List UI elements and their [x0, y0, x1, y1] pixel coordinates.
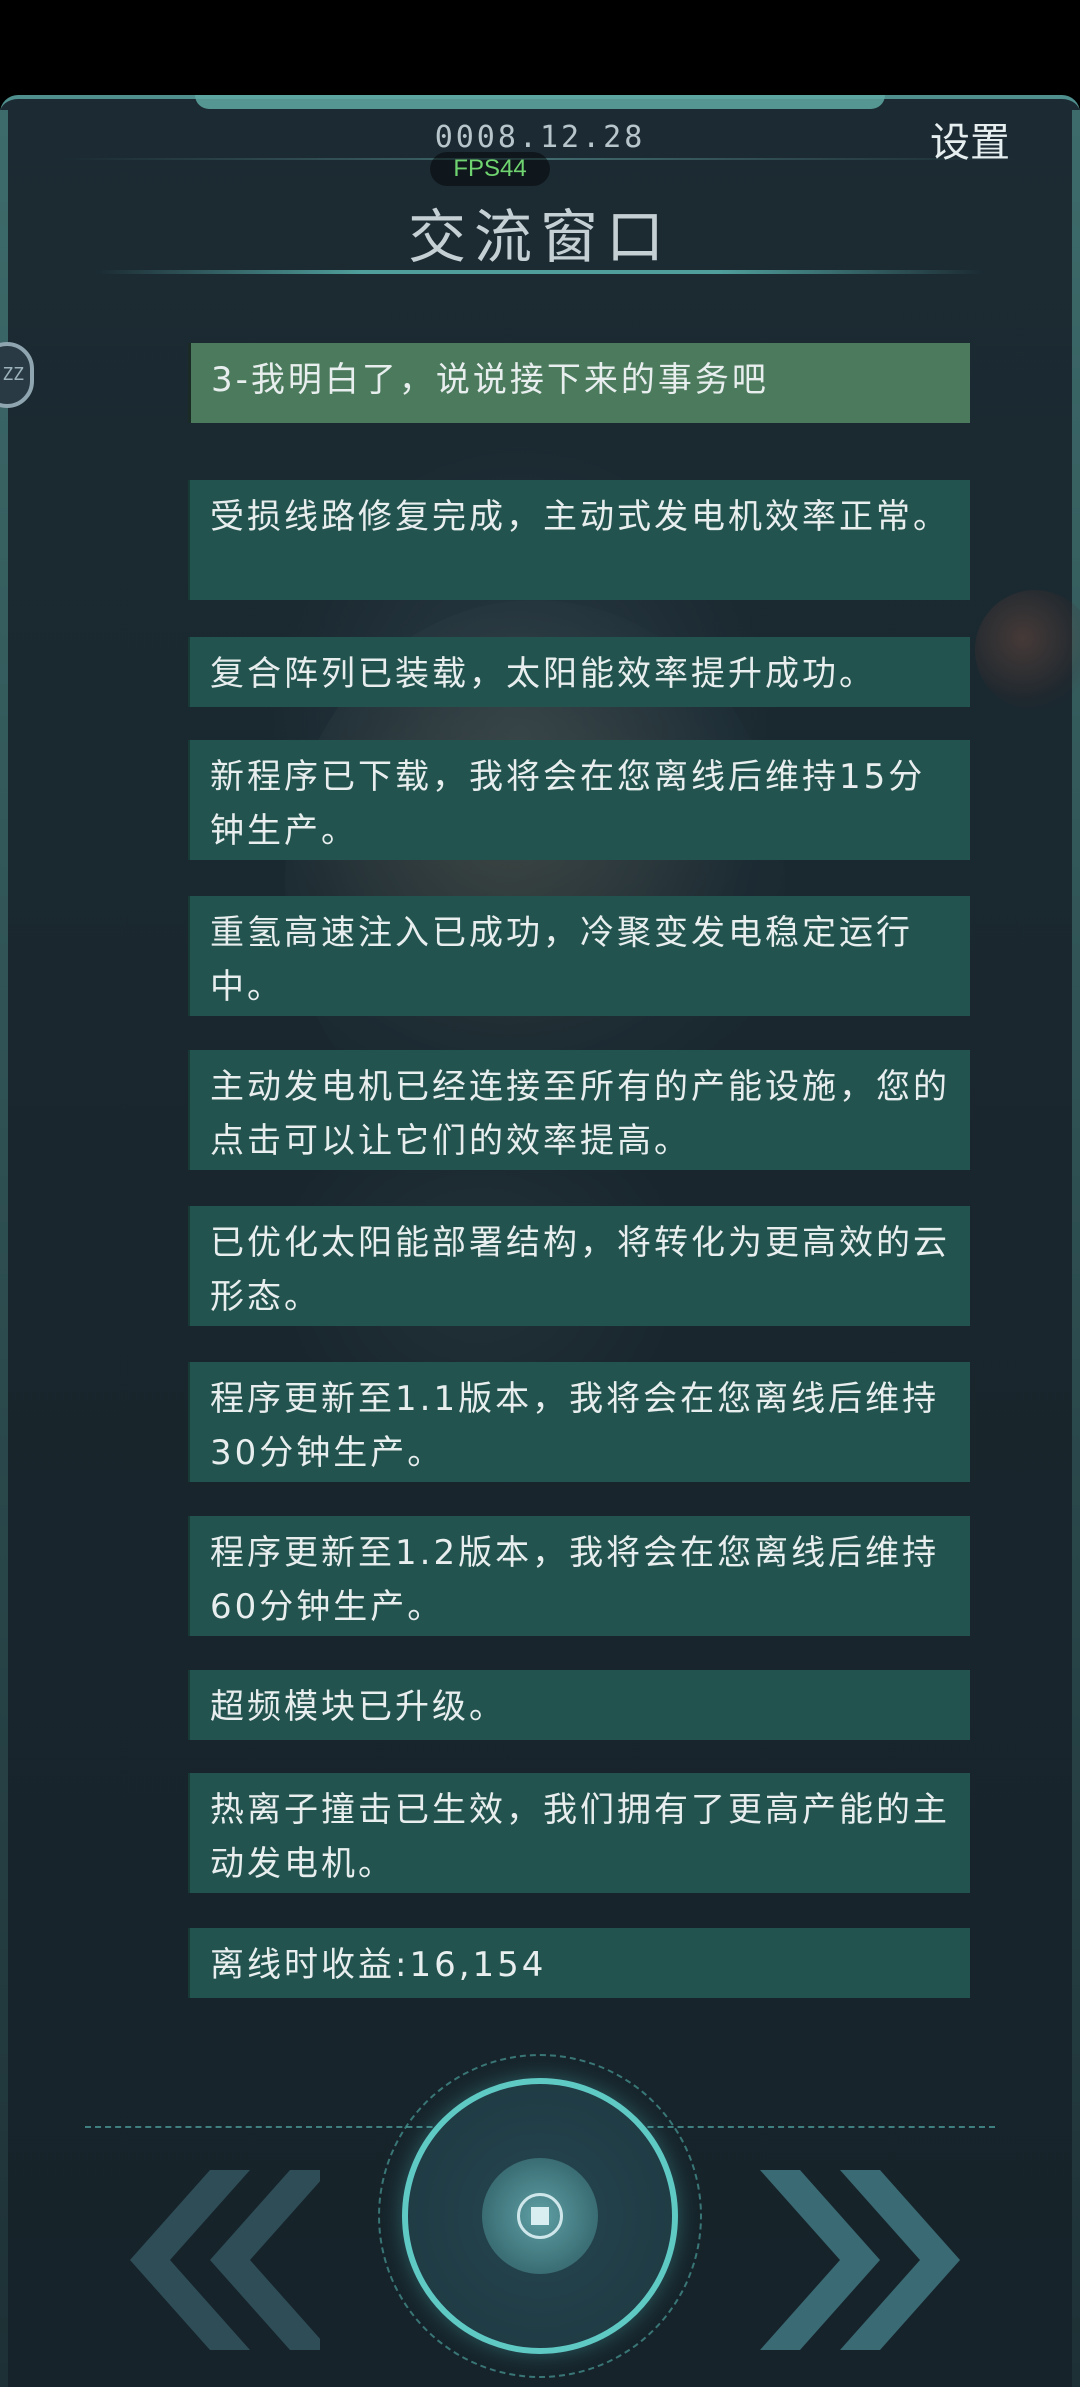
message-item: 重氢高速注入已成功，冷聚变发电稳定运行中。 [188, 896, 970, 1016]
status-bar [0, 0, 1080, 95]
message-item: 新程序已下载，我将会在您离线后维持15分钟生产。 [188, 740, 970, 860]
frame-right-edge [1072, 110, 1080, 2387]
power-core-inner [482, 2158, 598, 2274]
message-item: 离线时收益:16,154 [188, 1928, 970, 1998]
title-divider [95, 270, 985, 274]
double-chevron-left-icon[interactable] [100, 2160, 320, 2360]
frame-left-edge [0, 110, 8, 2387]
dialogue-choice[interactable]: 3-我明白了，说说接下来的事务吧 [188, 343, 970, 423]
page-title: 交流窗口 [407, 203, 672, 271]
message-item: 已优化太阳能部署结构，将转化为更高效的云形态。 [188, 1206, 970, 1326]
settings-button[interactable]: 设置 [930, 110, 1010, 168]
message-item: 受损线路修复完成，主动式发电机效率正常。 [188, 480, 970, 600]
message-item: 程序更新至1.2版本，我将会在您离线后维持60分钟生产。 [188, 1516, 970, 1636]
message-item: 超频模块已升级。 [188, 1670, 970, 1740]
power-core-icon [517, 2193, 563, 2239]
frame-top-accent [195, 95, 885, 109]
fps-counter: FPS44 [430, 152, 550, 186]
message-item: 主动发电机已经连接至所有的产能设施，您的点击可以让它们的效率提高。 [188, 1050, 970, 1170]
power-core-dot [531, 2207, 549, 2225]
message-item: 程序更新至1.1版本，我将会在您离线后维持30分钟生产。 [188, 1362, 970, 1482]
game-date: 0008.12.28 [434, 120, 646, 155]
power-core-button[interactable] [402, 2078, 678, 2354]
message-item: 复合阵列已装载，太阳能效率提升成功。 [188, 637, 970, 707]
double-chevron-right-icon[interactable] [760, 2160, 980, 2360]
message-item: 热离子撞击已生效，我们拥有了更高产能的主动发电机。 [188, 1773, 970, 1893]
